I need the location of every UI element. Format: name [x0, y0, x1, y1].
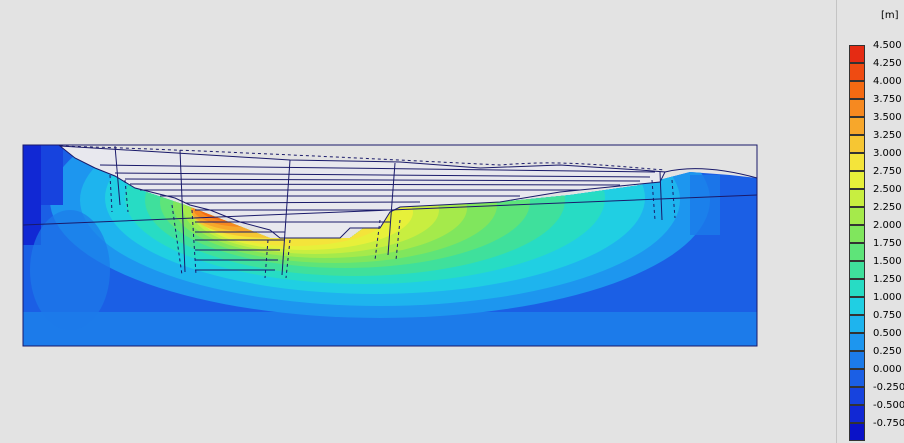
legend-label: 4.000 — [873, 76, 902, 87]
legend-swatch — [849, 153, 865, 171]
legend-swatch — [849, 315, 865, 333]
model-viewport[interactable] — [0, 0, 836, 443]
legend-swatch — [849, 81, 865, 99]
soil-body — [23, 145, 757, 346]
legend-label: 3.500 — [873, 112, 902, 123]
legend-label: 1.250 — [873, 274, 902, 285]
legend-label: 2.250 — [873, 202, 902, 213]
legend-swatch — [849, 135, 865, 153]
legend-swatch — [849, 279, 865, 297]
legend-label: 3.000 — [873, 148, 902, 159]
legend-swatch — [849, 369, 865, 387]
legend-swatch — [849, 207, 865, 225]
contour-plot — [22, 144, 758, 347]
legend-swatch — [849, 63, 865, 81]
legend-label: 1.000 — [873, 292, 902, 303]
legend-label: -0.250 — [873, 382, 904, 393]
legend-swatch — [849, 45, 865, 63]
legend-panel: [m] 4.500 4.250 4.000 3.750 3.500 3.250 3.000 2… — [836, 0, 904, 443]
legend-label: 2.750 — [873, 166, 902, 177]
legend-label: 0.500 — [873, 328, 902, 339]
legend-label: 3.250 — [873, 130, 902, 141]
legend-label: 2.000 — [873, 220, 902, 231]
legend-label: 0.000 — [873, 364, 902, 375]
legend-label: 4.500 — [873, 40, 902, 51]
legend-swatch — [849, 333, 865, 351]
legend-label: 3.750 — [873, 94, 902, 105]
legend-label: -0.500 — [873, 400, 904, 411]
legend-label: 1.500 — [873, 256, 902, 267]
legend-swatch — [849, 297, 865, 315]
legend-swatch — [849, 423, 865, 441]
legend-swatch — [849, 225, 865, 243]
legend-swatch — [849, 261, 865, 279]
legend-label: -0.750 — [873, 418, 904, 429]
legend-label: 0.750 — [873, 310, 902, 321]
legend-label: 2.500 — [873, 184, 902, 195]
legend-swatch — [849, 387, 865, 405]
legend-swatch — [849, 351, 865, 369]
legend-label: 1.750 — [873, 238, 902, 249]
legend-swatch — [849, 189, 865, 207]
legend-swatch — [849, 117, 865, 135]
legend-swatch — [849, 171, 865, 189]
legend-label: 0.250 — [873, 346, 902, 357]
legend-swatch — [849, 405, 865, 423]
legend-unit: [m] — [881, 10, 899, 21]
legend-swatch — [849, 243, 865, 261]
legend-swatch — [849, 99, 865, 117]
legend-label: 4.250 — [873, 58, 902, 69]
